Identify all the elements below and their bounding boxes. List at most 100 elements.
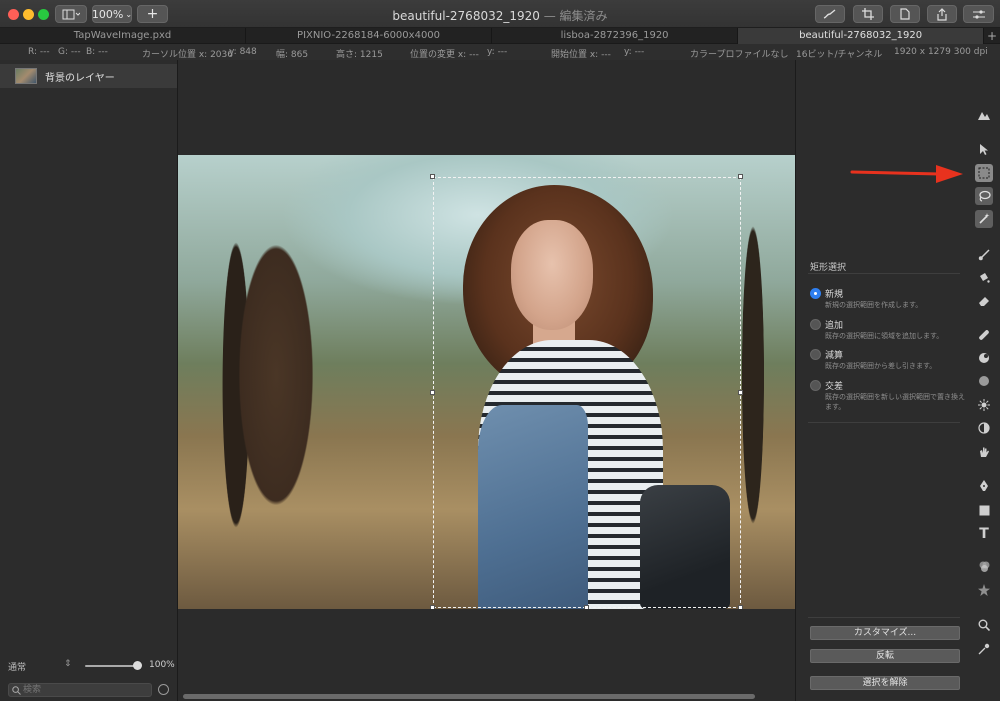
adjust-settings-button[interactable]: [963, 5, 994, 23]
zoom-window-button[interactable]: [38, 9, 49, 20]
bandage-retouch-tool-icon[interactable]: [975, 326, 993, 344]
arrange-tool-icon[interactable]: [975, 106, 993, 124]
sliders-icon: [972, 9, 985, 19]
divider: [808, 273, 960, 274]
clone-stamp-tool-icon[interactable]: [975, 349, 993, 367]
pen-tool-icon[interactable]: [975, 477, 993, 495]
selection-handle-bottom-left[interactable]: [430, 605, 435, 609]
selection-handle-top-right[interactable]: [738, 174, 743, 179]
radio-subtract[interactable]: [810, 349, 821, 360]
rectangular-select-tool-icon[interactable]: [975, 164, 993, 182]
new-document-button[interactable]: [890, 5, 920, 23]
layer-blend-row: 通常 ⇕ 100%: [0, 656, 177, 676]
add-button[interactable]: +: [137, 5, 168, 23]
layer-search-box[interactable]: [8, 683, 152, 697]
offset-x: 位置の変更 x: ---: [410, 50, 479, 60]
sidebar-icon: [62, 9, 80, 19]
crop-icon: [862, 8, 874, 20]
share-icon: [937, 7, 947, 21]
move-tool-icon[interactable]: [975, 140, 993, 158]
tab-tapwaveimage[interactable]: TapWaveImage.pxd: [0, 28, 247, 44]
tab-lisboa[interactable]: lisboa-2872396_1920: [492, 28, 739, 44]
eyedropper-tool-icon[interactable]: [975, 640, 993, 658]
document-icon: [900, 8, 910, 20]
sharpen-tool-icon[interactable]: [975, 396, 993, 414]
radio-intersect[interactable]: [810, 380, 821, 391]
start-x: 開始位置 x: ---: [551, 50, 611, 60]
layer-row[interactable]: 背景のレイヤー: [0, 64, 177, 88]
image-dimensions: 1920 x 1279 300 dpi: [894, 47, 988, 57]
invert-selection-button[interactable]: 反転: [810, 649, 960, 663]
shape-tool-icon[interactable]: [975, 501, 993, 519]
brush-icon: [823, 9, 836, 19]
brush-tool-button[interactable]: [815, 5, 845, 23]
selection-mode-subtract[interactable]: 減算 既存の選択範囲から差し引きます。: [810, 348, 960, 376]
mode-description: 新規の選択範囲を作成します。: [825, 301, 923, 309]
blend-mode-select[interactable]: 通常: [8, 660, 26, 673]
opacity-slider-handle[interactable]: [133, 661, 142, 670]
color-adjust-tool-icon[interactable]: [975, 558, 993, 576]
radio-new[interactable]: [810, 288, 821, 299]
zoom-tool-icon[interactable]: [975, 616, 993, 634]
color-profile: カラープロファイルなし: [690, 50, 789, 60]
lasso-tool-icon[interactable]: [975, 187, 993, 205]
effects-star-tool-icon[interactable]: [975, 581, 993, 599]
crop-button[interactable]: [853, 5, 883, 23]
divider: [808, 617, 960, 618]
rectangular-selection[interactable]: [433, 177, 741, 608]
layer-thumbnail: [15, 68, 37, 84]
zoom-dropdown[interactable]: 100% ⌄: [92, 5, 132, 23]
tool-options-title: 矩形選択: [810, 263, 847, 273]
mode-label: 追加: [825, 321, 844, 331]
bit-depth: 16ビット/チャンネル: [796, 50, 883, 60]
layer-name: 背景のレイヤー: [45, 73, 115, 84]
selection-handle-bottom-right[interactable]: [738, 605, 743, 609]
selection-handle-top-left[interactable]: [430, 174, 435, 179]
filter-icon[interactable]: [158, 684, 169, 695]
blur-tool-icon[interactable]: [975, 372, 993, 390]
canvas-area[interactable]: [178, 60, 795, 701]
opacity-slider[interactable]: [85, 665, 137, 667]
chevron-down-icon: ⌄: [125, 9, 133, 19]
selection-mode-new[interactable]: 新規 新規の選択範囲を作成します。: [810, 287, 960, 315]
selection-mode-intersect[interactable]: 交差 既存の選択範囲を新しい選択範囲で置き換えます。: [810, 379, 965, 415]
eraser-tool-icon[interactable]: [975, 292, 993, 310]
magic-wand-tool-icon[interactable]: [975, 210, 993, 228]
selection-height: 高さ: 1215: [336, 50, 383, 60]
selection-handle-bottom[interactable]: [584, 605, 589, 609]
cursor-x: カーソル位置 x: 2036: [142, 50, 233, 60]
selection-handle-right[interactable]: [738, 390, 743, 395]
photo-canvas[interactable]: [178, 155, 795, 609]
annotation-arrow-icon: [850, 165, 963, 183]
mode-description: 既存の選択範囲を新しい選択範囲で置き換えます。: [825, 393, 965, 411]
mode-description: 既存の選択範囲から差し引きます。: [825, 362, 937, 370]
chevron-updown-icon[interactable]: ⇕: [64, 659, 72, 669]
selection-mode-add[interactable]: 追加 既存の選択範囲に領域を追加します。: [810, 318, 960, 346]
add-tab-button[interactable]: +: [984, 28, 1000, 44]
radio-add[interactable]: [810, 319, 821, 330]
smudge-tool-icon[interactable]: [975, 443, 993, 461]
close-window-button[interactable]: [8, 9, 19, 20]
paint-bucket-tool-icon[interactable]: [975, 269, 993, 287]
layers-panel: 背景のレイヤー 通常 ⇕ 100%: [0, 60, 178, 701]
zoom-label: 100%: [91, 7, 124, 21]
text-tool-icon[interactable]: T: [975, 525, 993, 543]
blue-value: B: ---: [86, 47, 108, 57]
dodge-burn-tool-icon[interactable]: [975, 419, 993, 437]
red-value: R: ---: [28, 47, 50, 57]
sidebar-toggle-button[interactable]: [55, 5, 87, 23]
tools-sidebar: T: [968, 60, 1000, 701]
customize-button[interactable]: カスタマイズ...: [810, 626, 960, 640]
share-button[interactable]: [927, 5, 957, 23]
divider: [808, 422, 960, 423]
layer-search-input[interactable]: [23, 684, 149, 696]
deselect-button[interactable]: 選択を解除: [810, 676, 960, 690]
horizontal-scrollbar[interactable]: [183, 694, 755, 699]
tab-pixnio[interactable]: PIXNIO-2268184-6000x4000: [246, 28, 493, 44]
tool-options-panel: 矩形選択 新規 新規の選択範囲を作成します。 追加 既存の選択範囲に領域を追加し…: [795, 60, 968, 701]
paintbrush-tool-icon[interactable]: [975, 246, 993, 264]
selection-handle-left[interactable]: [430, 390, 435, 395]
document-name: beautiful-2768032_1920: [392, 9, 540, 23]
tab-beautiful[interactable]: beautiful-2768032_1920: [738, 28, 985, 44]
minimize-window-button[interactable]: [23, 9, 34, 20]
